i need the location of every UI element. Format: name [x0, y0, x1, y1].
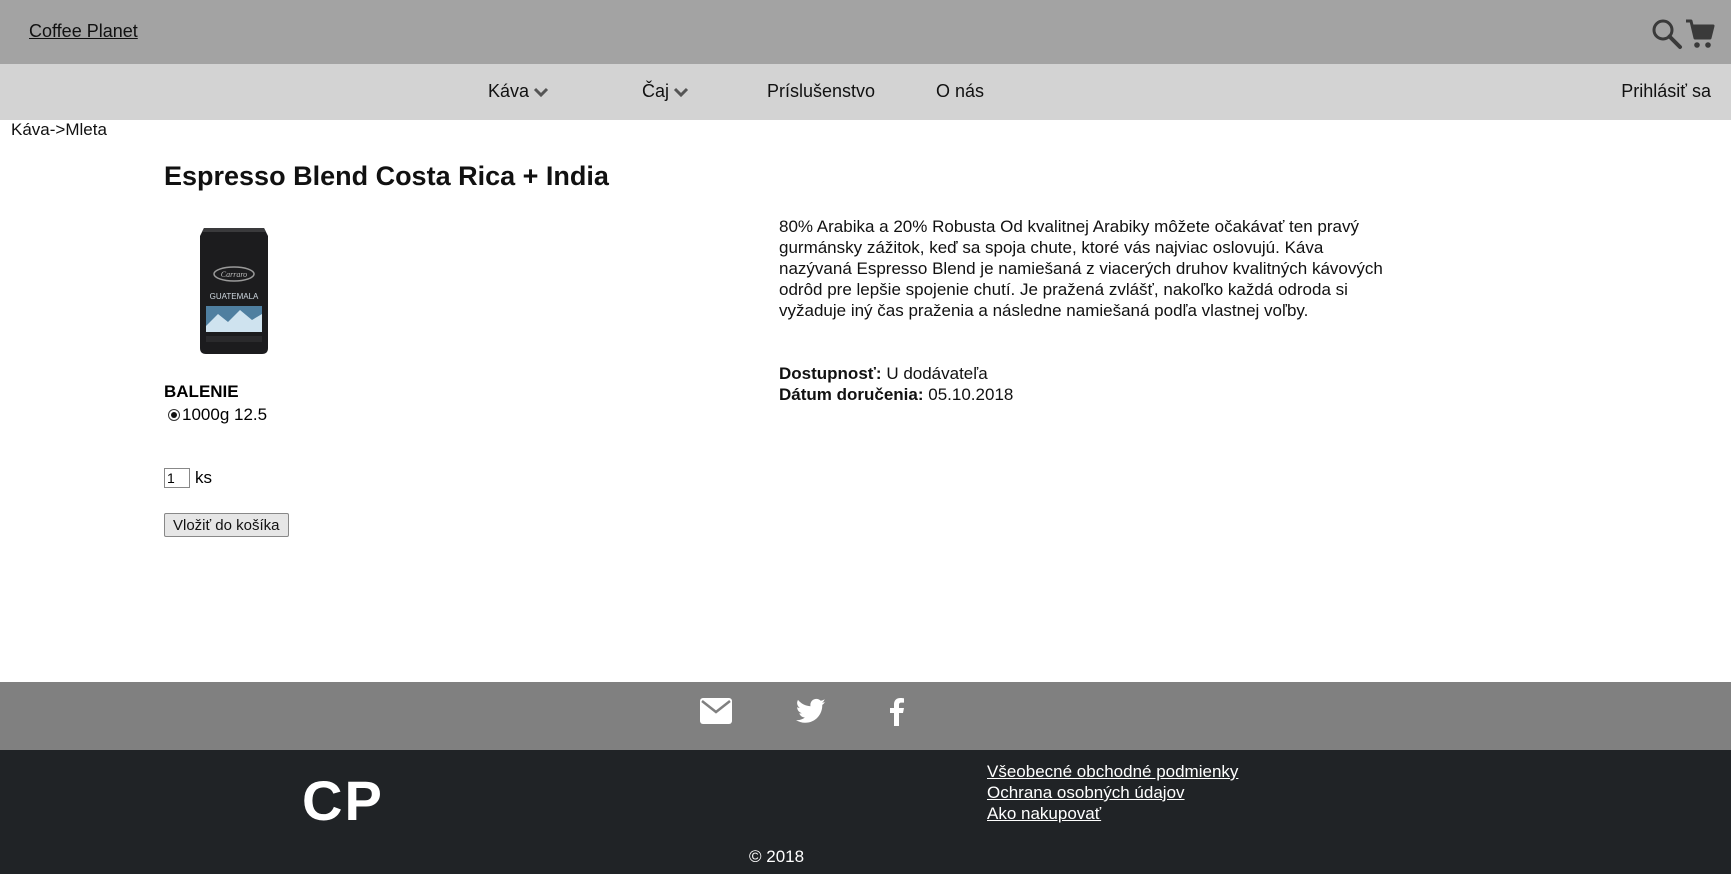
delivery-row: Dátum doručenia: 05.10.2018	[779, 384, 1013, 405]
cart-icon[interactable]	[1685, 18, 1715, 50]
delivery-value: 05.10.2018	[928, 385, 1014, 404]
brand-link[interactable]: Coffee Planet	[29, 21, 138, 42]
breadcrumb: Káva->Mleta	[11, 120, 107, 139]
nav-item-caj[interactable]: Čaj	[642, 81, 689, 102]
availability-row: Dostupnosť: U dodávateľa	[779, 363, 1013, 384]
quantity-row: ks	[164, 468, 212, 488]
availability-label: Dostupnosť:	[779, 364, 882, 383]
chevron-down-icon	[533, 87, 549, 97]
nav-item-prislusenstvo[interactable]: Príslušenstvo	[767, 81, 875, 102]
footer-link-terms[interactable]: Všeobecné obchodné podmienky	[987, 761, 1238, 782]
mail-icon[interactable]	[699, 696, 733, 731]
nav-item-label: Čaj	[642, 81, 670, 101]
main-nav: Káva Čaj Príslušenstvo O nás Prihlásiť s…	[0, 64, 1731, 120]
nav-item-kava[interactable]: Káva	[488, 81, 549, 102]
footer-link-privacy[interactable]: Ochrana osobných údajov	[987, 782, 1238, 803]
svg-text:Carraro: Carraro	[221, 270, 247, 279]
social-bar	[0, 682, 1731, 750]
quantity-input[interactable]	[164, 468, 190, 488]
package-label: BALENIE	[164, 382, 239, 401]
header-icons	[1651, 18, 1715, 50]
footer-links: Všeobecné obchodné podmienky Ochrana oso…	[987, 761, 1238, 824]
chevron-down-icon	[673, 87, 689, 97]
copyright: © 2018	[749, 847, 805, 866]
nav-item-label: Príslušenstvo	[767, 81, 876, 101]
nav-item-label: Káva	[488, 81, 530, 101]
product-description: 80% Arabika a 20% Robusta Od kvalitnej A…	[779, 217, 1383, 320]
nav-item-o-nas[interactable]: O nás	[936, 81, 984, 102]
package-option-label: 1000g 12.5	[182, 405, 268, 424]
top-bar: Coffee Planet	[0, 0, 1731, 64]
nav-item-label: O nás	[936, 81, 985, 101]
availability-value: U dodávateľa	[886, 364, 988, 383]
product-meta: Dostupnosť: U dodávateľa Dátum doručenia…	[779, 363, 1013, 405]
package-radio[interactable]	[168, 409, 180, 421]
footer-logo: CP	[302, 769, 384, 832]
search-icon[interactable]	[1651, 18, 1683, 50]
product-title: Espresso Blend Costa Rica + India	[164, 161, 609, 191]
facebook-icon[interactable]	[884, 696, 908, 731]
quantity-unit: ks	[195, 468, 212, 487]
login-link[interactable]: Prihlásiť sa	[1621, 81, 1711, 102]
footer: CP Všeobecné obchodné podmienky Ochrana …	[0, 750, 1731, 874]
twitter-icon[interactable]	[794, 696, 828, 731]
add-to-cart-button[interactable]: Vložiť do košíka	[164, 513, 289, 537]
product-image: Carraro GUATEMALA	[196, 222, 272, 356]
delivery-label: Dátum doručenia:	[779, 385, 924, 404]
footer-link-how-to-buy[interactable]: Ako nakupovať	[987, 803, 1238, 824]
package-label-text: GUATEMALA	[210, 292, 259, 301]
package-option[interactable]: 1000g 12.5	[168, 405, 267, 425]
